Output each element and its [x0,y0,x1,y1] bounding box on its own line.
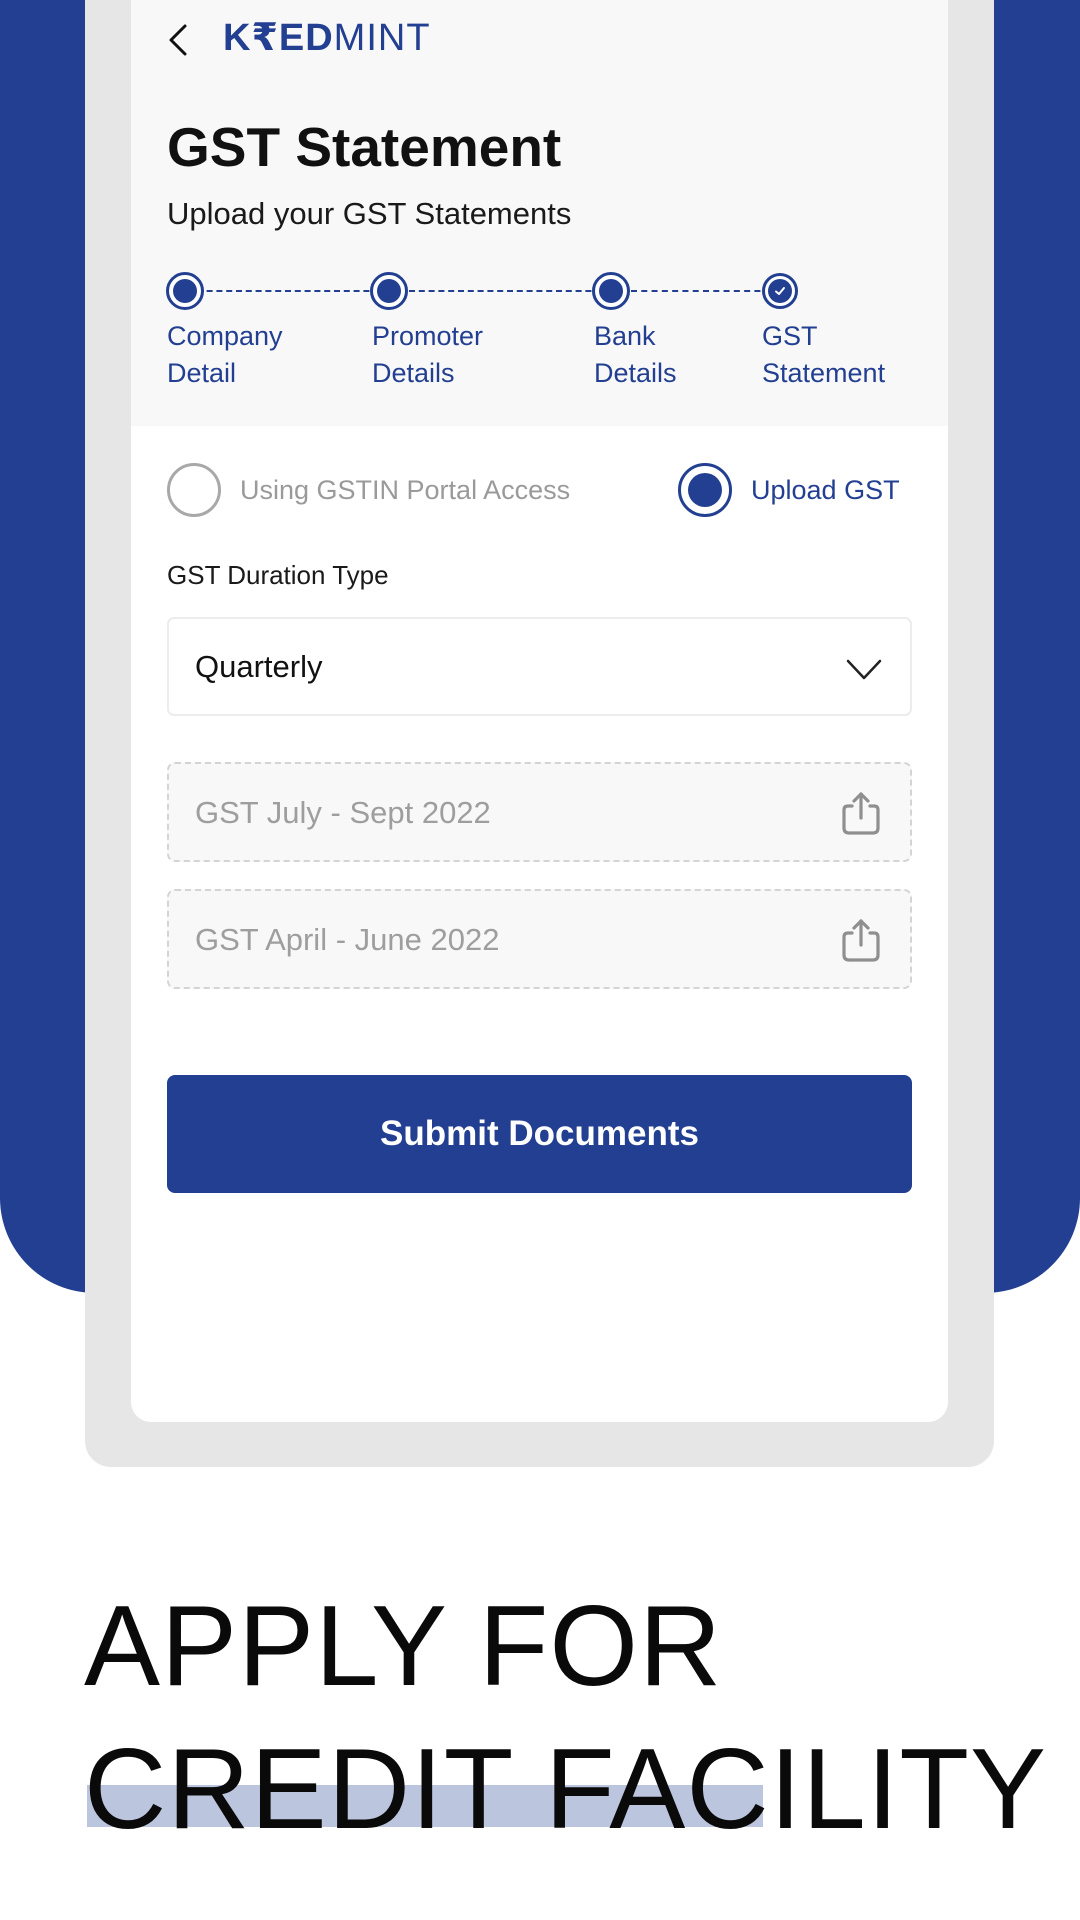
step-label-line: Promoter [372,321,484,351]
step-label-gst[interactable]: GST Statement [762,318,885,392]
radio-selected-icon[interactable] [678,463,732,517]
radio-upload-gst[interactable]: Upload GST [678,462,900,518]
step-dot-company[interactable] [166,272,204,310]
upload-placeholder: GST April - June 2022 [195,922,500,957]
step-dot-promoter[interactable] [370,272,408,310]
step-label-line: Company [167,321,283,351]
step-label-line: Bank [594,321,656,351]
step-label-promoter[interactable]: Promoter Details [372,318,483,392]
step-label-line: Detail [167,358,237,388]
chevron-down-icon [846,659,882,680]
gst-source-radio-group: Using GSTIN Portal Access Upload GST [131,462,948,518]
stepper-connector [409,290,611,292]
header-area: K₹EDMINT GST Statement Upload your GST S… [131,0,948,426]
phone-screen: K₹EDMINT GST Statement Upload your GST S… [131,0,948,1422]
step-label-line: Statement [762,358,886,388]
kredmint-logo: K₹EDMINT [223,18,431,58]
upload-field-jul-sep-2022[interactable]: GST July - Sept 2022 [167,762,912,862]
step-dot-gst[interactable] [762,273,798,309]
upload-placeholder: GST July - Sept 2022 [195,795,491,830]
radio-label: Using GSTIN Portal Access [240,474,571,505]
upload-field-apr-jun-2022[interactable]: GST April - June 2022 [167,889,912,989]
stepper-connector [187,290,389,292]
page-subtitle: Upload your GST Statements [167,196,572,231]
duration-type-label: GST Duration Type [167,560,389,590]
logo-light-part: MINT [333,17,431,59]
radio-unselected-icon[interactable] [167,463,221,517]
promo-headline-line1: APPLY FOR [84,1583,723,1710]
promo-headline-line2: CREDIT FACILITY [84,1726,1048,1853]
page-title: GST Statement [167,116,562,178]
stepper-connector [631,290,781,292]
duration-type-select[interactable]: Quarterly [167,617,912,716]
step-label-bank[interactable]: Bank Details [594,318,677,392]
step-dot-bank[interactable] [592,272,630,310]
radio-label: Upload GST [751,474,900,505]
upload-icon[interactable] [840,790,882,836]
back-chevron-icon[interactable] [163,20,193,60]
step-label-line: Details [372,358,455,388]
step-label-line: Details [594,358,677,388]
logo-bold-part: K₹ED [223,17,334,59]
check-icon [775,287,785,295]
submit-documents-button[interactable]: Submit Documents [167,1075,912,1193]
radio-gstin-portal[interactable]: Using GSTIN Portal Access [167,462,570,518]
step-label-line: GST [762,321,818,351]
duration-selected-value: Quarterly [195,649,323,684]
upload-icon[interactable] [840,917,882,963]
step-label-company[interactable]: Company Detail [167,318,283,392]
